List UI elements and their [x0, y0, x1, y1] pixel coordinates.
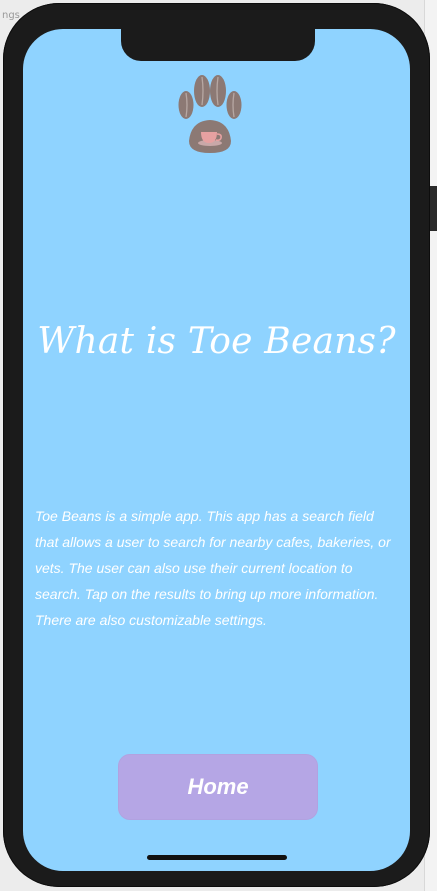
- app-screen: What is Toe Beans? Toe Beans is a simple…: [23, 29, 410, 871]
- background-partial-text: ngs: [2, 10, 20, 21]
- phone-frame: What is Toe Beans? Toe Beans is a simple…: [3, 3, 430, 887]
- phone-notch: [121, 29, 315, 61]
- page-title: What is Toe Beans?: [37, 321, 396, 362]
- home-indicator[interactable]: [147, 855, 287, 860]
- home-button[interactable]: Home: [118, 754, 318, 820]
- paw-coffee-cup-icon: [178, 75, 242, 153]
- app-description: Toe Beans is a simple app. This app has …: [35, 508, 391, 628]
